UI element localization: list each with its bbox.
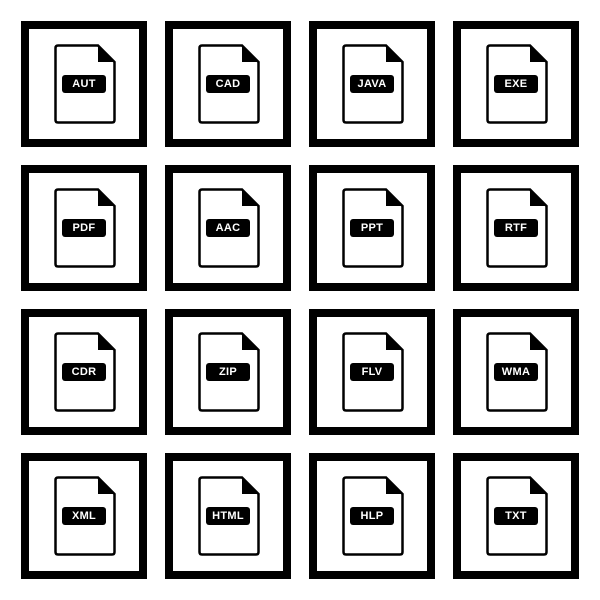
- file-type-label: PDF: [62, 219, 106, 237]
- file-type-icon-grid: AUT CAD JAVA EXE PDF AAC PPT RTF CDR ZIP FLV WMA XML…: [21, 21, 579, 579]
- file-icon-tile-pdf: PDF: [21, 165, 147, 291]
- file-type-label: CAD: [206, 75, 250, 93]
- file-type-label: RTF: [494, 219, 538, 237]
- file-icon-tile-java: JAVA: [309, 21, 435, 147]
- file-type-label: EXE: [494, 75, 538, 93]
- file-type-label: CDR: [62, 363, 106, 381]
- file-type-label: XML: [62, 507, 106, 525]
- file-icon-tile-flv: FLV: [309, 309, 435, 435]
- file-type-label: PPT: [350, 219, 394, 237]
- file-icon-tile-cdr: CDR: [21, 309, 147, 435]
- file-icon-tile-aut: AUT: [21, 21, 147, 147]
- file-type-label: HTML: [206, 507, 250, 525]
- file-icon-tile-hlp: HLP: [309, 453, 435, 579]
- file-icon-tile-xml: XML: [21, 453, 147, 579]
- file-type-label: AAC: [206, 219, 250, 237]
- file-type-label: HLP: [350, 507, 394, 525]
- file-type-label: TXT: [494, 507, 538, 525]
- file-icon-tile-aac: AAC: [165, 165, 291, 291]
- file-icon-tile-txt: TXT: [453, 453, 579, 579]
- file-type-label: JAVA: [350, 75, 394, 93]
- file-icon-tile-cad: CAD: [165, 21, 291, 147]
- file-type-label: ZIP: [206, 363, 250, 381]
- file-type-label: WMA: [494, 363, 538, 381]
- file-icon-tile-zip: ZIP: [165, 309, 291, 435]
- file-icon-tile-wma: WMA: [453, 309, 579, 435]
- file-icon-tile-html: HTML: [165, 453, 291, 579]
- file-type-label: FLV: [350, 363, 394, 381]
- file-type-label: AUT: [62, 75, 106, 93]
- file-icon-tile-ppt: PPT: [309, 165, 435, 291]
- file-icon-tile-exe: EXE: [453, 21, 579, 147]
- file-icon-tile-rtf: RTF: [453, 165, 579, 291]
